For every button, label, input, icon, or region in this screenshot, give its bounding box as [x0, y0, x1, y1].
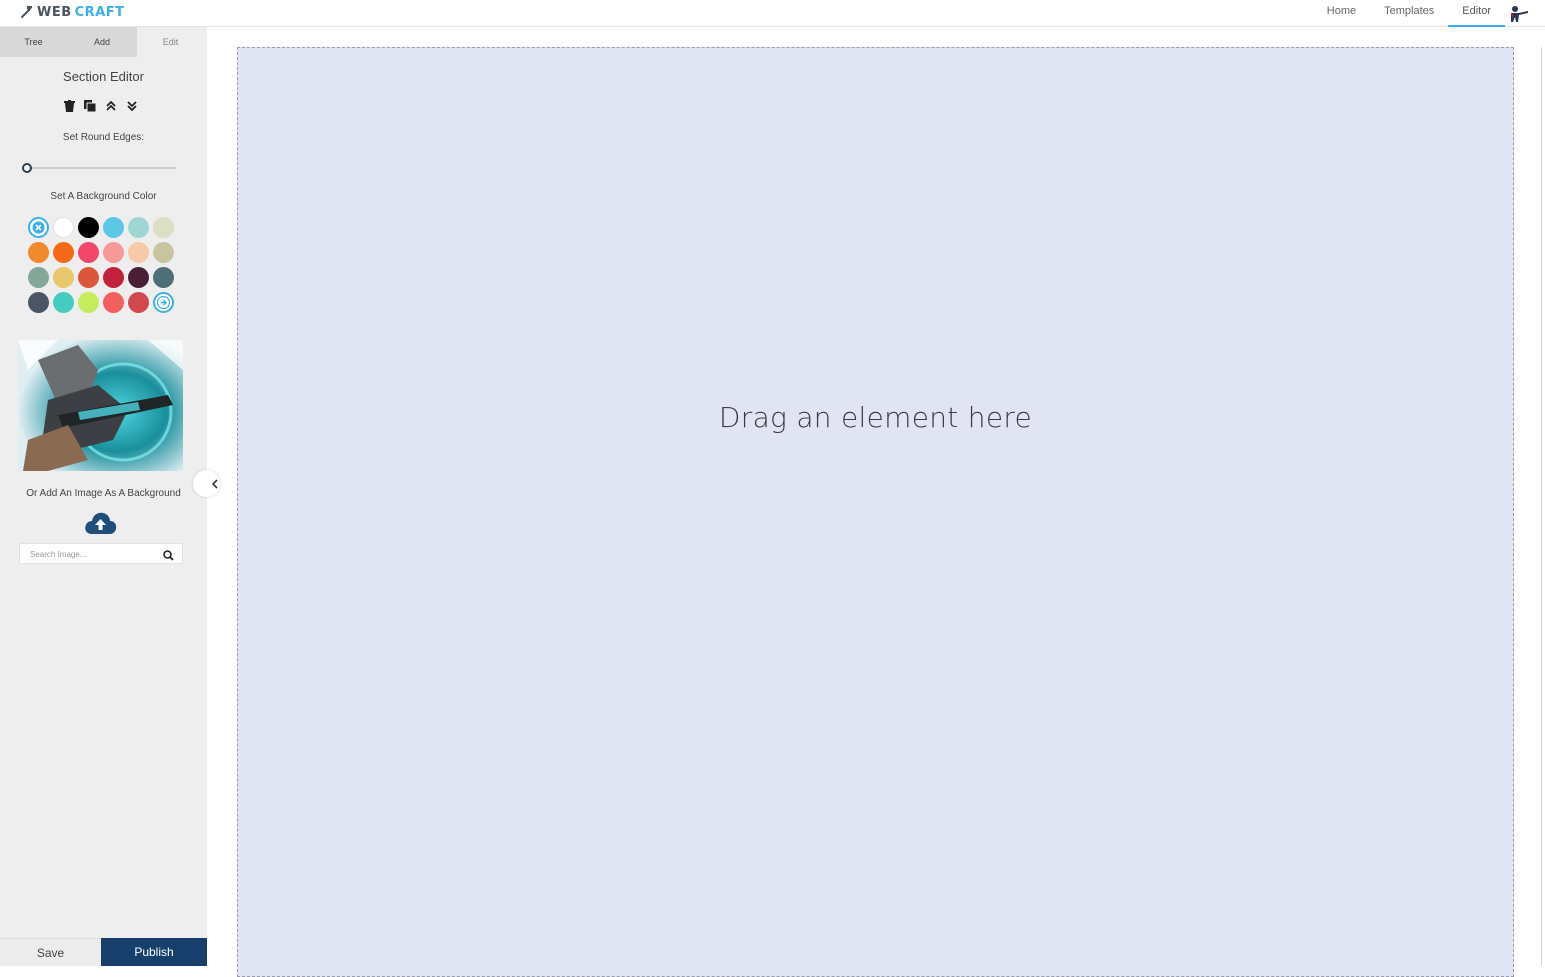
publish-button[interactable]: Publish: [101, 938, 207, 966]
trash-icon[interactable]: [63, 100, 75, 112]
more-colors-button[interactable]: [153, 292, 174, 313]
clear-color-button[interactable]: [28, 217, 49, 238]
nav-home[interactable]: Home: [1313, 0, 1370, 27]
color-swatch[interactable]: [103, 267, 124, 288]
color-swatch[interactable]: [53, 217, 74, 238]
background-color-label: Set A Background Color: [50, 191, 157, 202]
main-nav: Home Templates Editor: [1313, 0, 1545, 27]
save-button[interactable]: Save: [0, 938, 101, 966]
tab-edit[interactable]: Edit: [137, 27, 204, 57]
color-swatch[interactable]: [28, 242, 49, 263]
color-swatch[interactable]: [128, 292, 149, 313]
tab-tree[interactable]: Tree: [0, 27, 67, 57]
slider-track: [22, 167, 176, 169]
top-navigation-bar: WEB CRAFT Home Templates Editor: [0, 0, 1545, 27]
color-swatch[interactable]: [153, 217, 174, 238]
move-up-icon[interactable]: [105, 100, 117, 112]
nav-editor[interactable]: Editor: [1448, 0, 1505, 27]
color-swatch[interactable]: [128, 267, 149, 288]
logo-text-craft: CRAFT: [74, 4, 125, 20]
color-swatch[interactable]: [153, 242, 174, 263]
color-swatch[interactable]: [53, 267, 74, 288]
color-swatch[interactable]: [28, 267, 49, 288]
nav-templates[interactable]: Templates: [1370, 0, 1448, 27]
color-swatch[interactable]: [28, 292, 49, 313]
arrow-right-icon: [157, 296, 170, 309]
background-image-thumbnail[interactable]: [18, 340, 183, 471]
color-swatch[interactable]: [78, 217, 99, 238]
round-edges-label: Set Round Edges:: [62, 132, 145, 143]
logo-text-web: WEB: [37, 4, 72, 20]
color-swatch[interactable]: [78, 292, 99, 313]
avatar-figure-icon: [1511, 5, 1528, 22]
color-swatch[interactable]: [103, 242, 124, 263]
color-swatch[interactable]: [128, 242, 149, 263]
color-swatch[interactable]: [128, 217, 149, 238]
canvas-right-border: [1541, 47, 1542, 966]
section-tools: [0, 100, 207, 112]
search-icon[interactable]: [163, 548, 174, 561]
user-avatar[interactable]: [1505, 0, 1533, 27]
section-editor-title: Section Editor: [63, 69, 144, 84]
cloud-upload-icon: [85, 512, 117, 534]
color-swatch[interactable]: [53, 242, 74, 263]
color-swatch[interactable]: [78, 242, 99, 263]
round-edges-slider[interactable]: [22, 163, 176, 173]
section-drop-zone[interactable]: Drag an element here: [237, 47, 1514, 977]
move-down-icon[interactable]: [126, 100, 138, 112]
tab-add[interactable]: Add: [67, 27, 137, 57]
color-swatch[interactable]: [53, 292, 74, 313]
hammer-icon: [20, 4, 34, 21]
chevron-left-icon: [211, 478, 218, 489]
drop-placeholder-text: Drag an element here: [718, 401, 1033, 434]
color-swatch[interactable]: [103, 292, 124, 313]
close-icon: [32, 221, 45, 234]
slider-handle[interactable]: [22, 163, 32, 173]
background-image-label: Or Add An Image As A Background: [26, 488, 181, 499]
sidebar-footer: Save Publish: [0, 938, 207, 966]
search-image-input[interactable]: [20, 545, 160, 564]
color-swatch[interactable]: [153, 267, 174, 288]
copy-icon[interactable]: [84, 100, 96, 112]
image-search-box: [19, 543, 183, 564]
color-swatch[interactable]: [78, 267, 99, 288]
webcraft-logo[interactable]: WEB CRAFT: [20, 3, 125, 21]
sidebar-tabs: Tree Add Edit: [0, 27, 207, 57]
collapse-sidebar-button[interactable]: [193, 470, 220, 497]
color-swatch-grid: [28, 217, 178, 313]
editor-sidebar: Tree Add Edit Section Editor Set Round E…: [0, 27, 207, 966]
color-swatch[interactable]: [103, 217, 124, 238]
upload-image-button[interactable]: [84, 511, 117, 535]
